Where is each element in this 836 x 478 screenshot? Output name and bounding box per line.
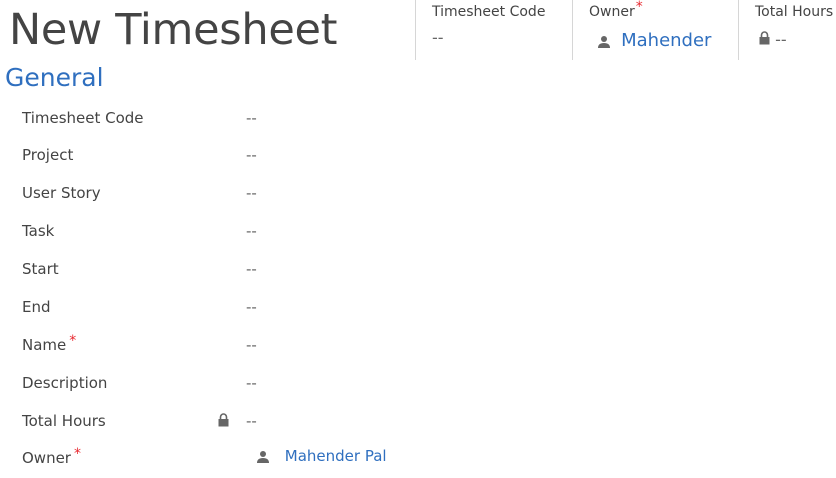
field-value[interactable]: --	[246, 109, 257, 127]
field-label: User Story	[22, 184, 101, 202]
field-label: End	[22, 298, 51, 316]
user-icon	[257, 450, 269, 463]
field-label: Project	[22, 146, 74, 164]
form-row-name: Name * --	[0, 328, 836, 365]
owner-lookup[interactable]: Mahender Pal	[256, 447, 387, 465]
lock-icon	[218, 413, 229, 427]
header-field-total-hours: Total Hours --	[738, 0, 836, 60]
field-value[interactable]: --	[246, 184, 257, 202]
header-field-timesheet-code: Timesheet Code --	[415, 0, 572, 60]
user-icon	[598, 35, 610, 48]
header-field-value-wrap: --	[759, 30, 787, 49]
field-value[interactable]: --	[246, 222, 257, 240]
field-label: Owner *	[22, 446, 81, 467]
header-field-value: --	[775, 30, 787, 49]
required-indicator: *	[73, 446, 81, 462]
field-value[interactable]: --	[246, 298, 257, 316]
header-field-owner: Owner* Mahender	[572, 0, 738, 60]
field-value[interactable]: --	[246, 374, 257, 392]
header-field-label: Total Hours	[755, 4, 834, 20]
form-row-task: Task --	[0, 214, 836, 251]
field-label: Name *	[22, 333, 77, 354]
section-title: General	[5, 63, 104, 92]
header-field-value: --	[432, 28, 444, 47]
field-value: --	[246, 412, 257, 430]
owner-link[interactable]: Mahender	[621, 30, 711, 51]
form-row-description: Description --	[0, 366, 836, 403]
lock-icon	[759, 31, 770, 45]
field-label: Total Hours	[22, 412, 106, 430]
form-row-start: Start --	[0, 252, 836, 289]
form-row-end: End --	[0, 290, 836, 327]
field-label: Timesheet Code	[22, 109, 144, 127]
required-indicator: *	[635, 0, 643, 15]
page-title: New Timesheet	[9, 5, 338, 55]
form-row-total-hours: Total Hours --	[0, 404, 836, 441]
field-label: Description	[22, 374, 108, 392]
field-label: Start	[22, 260, 59, 278]
field-label: Task	[22, 222, 55, 240]
required-indicator: *	[69, 333, 77, 349]
owner-lookup[interactable]: Mahender	[597, 30, 711, 51]
form-row-timesheet-code: Timesheet Code --	[0, 101, 836, 138]
header-field-label: Owner*	[589, 0, 643, 20]
form-row-owner: Owner * Mahender Pal	[0, 441, 836, 478]
field-value[interactable]: --	[246, 260, 257, 278]
field-value[interactable]: --	[246, 146, 257, 164]
header-field-label: Timesheet Code	[432, 4, 546, 20]
field-value[interactable]: --	[246, 336, 257, 354]
form-row-user-story: User Story --	[0, 176, 836, 213]
owner-link[interactable]: Mahender Pal	[285, 447, 387, 465]
form-row-project: Project --	[0, 138, 836, 175]
